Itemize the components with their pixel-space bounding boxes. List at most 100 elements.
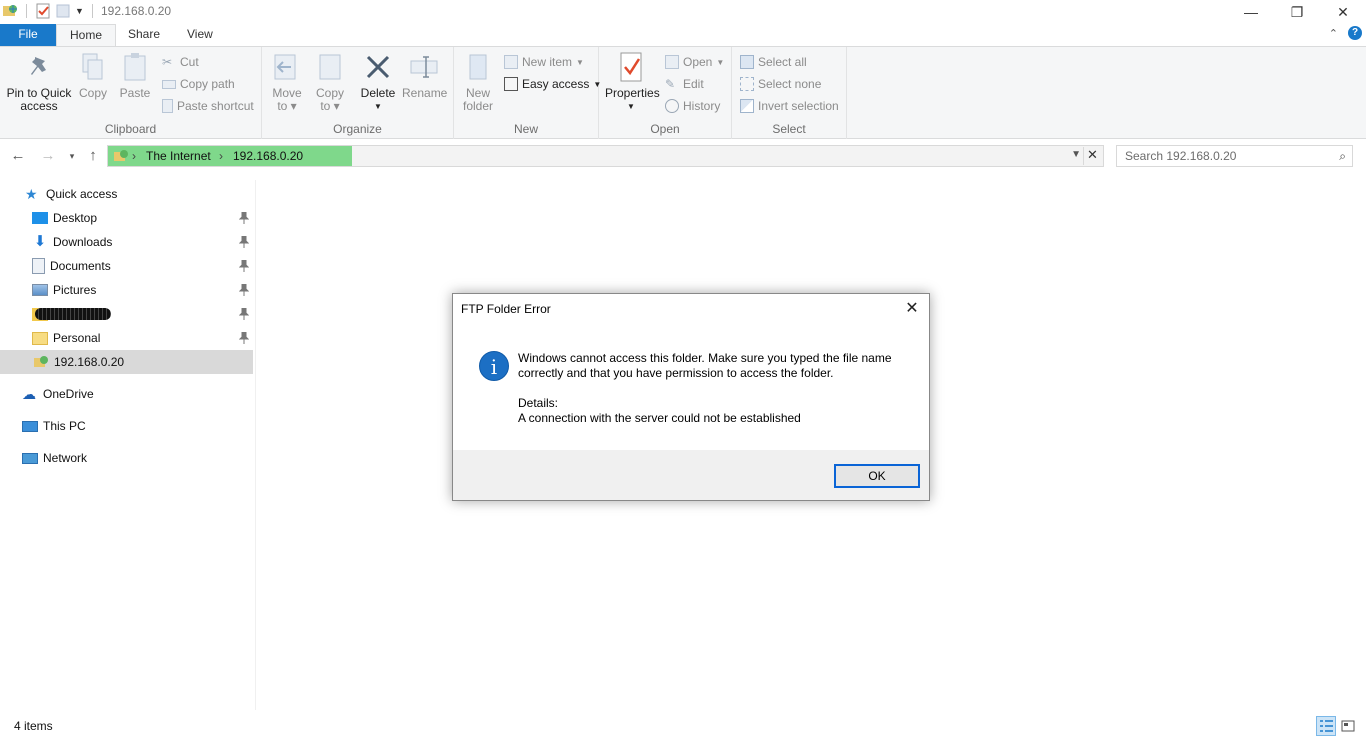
restore-button[interactable]: ❐ bbox=[1274, 0, 1320, 24]
copy-button[interactable]: Copy bbox=[77, 51, 109, 100]
history-button[interactable]: History bbox=[665, 96, 720, 116]
status-bar: 4 items bbox=[0, 714, 1366, 738]
invert-selection-button[interactable]: Invert selection bbox=[740, 96, 839, 116]
tab-file[interactable]: File bbox=[0, 24, 56, 46]
copy-path-button[interactable]: Copy path bbox=[162, 74, 235, 94]
paste-button[interactable]: Paste bbox=[118, 51, 152, 100]
search-box[interactable]: Search 192.168.0.20 ⌕ bbox=[1116, 145, 1353, 167]
paste-shortcut-label: Paste shortcut bbox=[177, 99, 254, 113]
open-dropdown-icon: ▼ bbox=[716, 57, 725, 67]
properties-button[interactable]: Properties ▼ bbox=[605, 51, 660, 113]
minimize-button[interactable]: — bbox=[1228, 0, 1274, 24]
nav-item-ftp-location[interactable]: 192.168.0.20 bbox=[0, 350, 253, 374]
breadcrumb-the-internet[interactable]: The Internet bbox=[146, 149, 211, 163]
network-icon bbox=[22, 452, 38, 464]
edit-button[interactable]: ✎ Edit bbox=[665, 74, 704, 94]
search-icon[interactable]: ⌕ bbox=[1339, 149, 1346, 164]
nav-item-downloads[interactable]: ⬇ Downloads bbox=[0, 230, 253, 254]
nav-item-label: Downloads bbox=[53, 235, 113, 249]
new-group: New folder New item ▼ Easy access ▼ New bbox=[454, 47, 601, 139]
nav-item-redacted-folder[interactable] bbox=[0, 302, 253, 326]
nav-item-desktop[interactable]: Desktop bbox=[0, 206, 253, 230]
network-folder-icon[interactable] bbox=[2, 3, 18, 19]
nav-quick-access[interactable]: ★ Quick access bbox=[0, 182, 253, 206]
pin-icon[interactable] bbox=[239, 332, 249, 344]
new-folder-label-line2: folder bbox=[462, 99, 494, 113]
pin-icon[interactable] bbox=[239, 212, 249, 224]
select-none-icon bbox=[740, 77, 754, 91]
cut-button[interactable]: ✂ Cut bbox=[162, 52, 199, 72]
pin-icon[interactable] bbox=[239, 260, 249, 272]
properties-icon[interactable] bbox=[35, 3, 51, 19]
pictures-icon bbox=[32, 284, 48, 296]
invert-selection-icon bbox=[740, 99, 754, 113]
move-to-button[interactable]: Move to ▾ bbox=[270, 51, 304, 113]
paste-icon bbox=[124, 53, 146, 81]
address-bar[interactable]: › The Internet › 192.168.0.20 ▼ ✕ bbox=[107, 145, 1104, 167]
collapse-ribbon-chevron-icon[interactable]: ⌃ bbox=[1329, 27, 1338, 40]
new-item-button[interactable]: New item ▼ bbox=[504, 52, 584, 72]
ok-button[interactable]: OK bbox=[834, 464, 920, 488]
nav-item-personal[interactable]: Personal bbox=[0, 326, 253, 350]
select-all-button[interactable]: Select all bbox=[740, 52, 807, 72]
forward-arrow-icon[interactable]: → bbox=[38, 146, 58, 166]
nav-network-label: Network bbox=[43, 451, 88, 465]
clear-address-close-icon[interactable]: ✕ bbox=[1083, 147, 1101, 165]
dialog-close-icon[interactable]: ✕ bbox=[901, 298, 923, 320]
select-all-icon bbox=[740, 55, 754, 69]
tab-view[interactable]: View bbox=[174, 24, 226, 46]
breadcrumb-separator: › bbox=[219, 149, 223, 163]
nav-quick-access-label: Quick access bbox=[46, 187, 118, 201]
large-icons-view-icon[interactable] bbox=[1338, 716, 1358, 736]
dialog-message: Windows cannot access this folder. Make … bbox=[518, 351, 892, 380]
help-icon[interactable]: ? bbox=[1348, 26, 1362, 40]
properties-dropdown-icon: ▼ bbox=[627, 102, 635, 111]
cut-label: Cut bbox=[180, 55, 199, 69]
pin-icon bbox=[31, 57, 46, 75]
network-location-icon bbox=[33, 354, 49, 370]
breadcrumb-current[interactable]: 192.168.0.20 bbox=[233, 149, 303, 163]
back-arrow-icon[interactable]: ← bbox=[8, 146, 28, 166]
rename-button[interactable]: Rename bbox=[402, 51, 447, 100]
address-dropdown-chevron-icon[interactable]: ▼ bbox=[1071, 149, 1081, 160]
network-location-icon bbox=[113, 148, 129, 167]
copy-to-button[interactable]: Copy to ▾ bbox=[314, 51, 346, 113]
new-item-icon bbox=[504, 55, 518, 69]
ribbon-tabs: File Home Share View ⌃ ? bbox=[0, 24, 1366, 47]
copy-path-label: Copy path bbox=[180, 77, 235, 91]
nav-item-pictures[interactable]: Pictures bbox=[0, 278, 253, 302]
recent-locations-chevron-icon[interactable]: ▾ bbox=[62, 146, 82, 166]
details-view-icon[interactable] bbox=[1316, 716, 1336, 736]
properties-check-icon bbox=[620, 52, 642, 82]
new-folder-button[interactable]: New folder bbox=[462, 51, 494, 113]
copy-label: Copy bbox=[78, 86, 107, 100]
pin-to-quick-access-button[interactable]: Pin to Quick access bbox=[4, 51, 74, 113]
new-folder-icon bbox=[469, 54, 487, 80]
nav-network[interactable]: Network bbox=[0, 446, 253, 470]
info-icon: i bbox=[479, 351, 509, 381]
paste-shortcut-button[interactable]: Paste shortcut bbox=[162, 96, 254, 116]
details-text: A connection with the server could not b… bbox=[518, 411, 801, 425]
tab-share[interactable]: Share bbox=[115, 24, 173, 46]
pin-icon[interactable] bbox=[239, 236, 249, 248]
select-none-button[interactable]: Select none bbox=[740, 74, 821, 94]
new-folder-icon[interactable] bbox=[55, 3, 71, 19]
nav-item-documents[interactable]: Documents bbox=[0, 254, 253, 278]
new-item-dropdown-icon: ▼ bbox=[576, 57, 584, 67]
window-title: 192.168.0.20 bbox=[101, 4, 172, 18]
delete-button[interactable]: Delete ▼ bbox=[360, 51, 396, 113]
up-arrow-icon[interactable]: ↑ bbox=[83, 146, 103, 166]
close-button[interactable]: ✕ bbox=[1320, 0, 1366, 24]
nav-onedrive[interactable]: ☁ OneDrive bbox=[0, 382, 253, 406]
tab-home[interactable]: Home bbox=[56, 24, 117, 47]
customize-toolbar-chevron-icon[interactable]: ▼ bbox=[75, 6, 84, 16]
pin-icon[interactable] bbox=[239, 308, 249, 320]
search-input-placeholder: Search 192.168.0.20 bbox=[1125, 149, 1237, 163]
pin-icon[interactable] bbox=[239, 284, 249, 296]
easy-access-button[interactable]: Easy access ▼ bbox=[504, 74, 601, 94]
nav-this-pc[interactable]: This PC bbox=[0, 414, 253, 438]
open-button[interactable]: Open ▼ bbox=[665, 52, 724, 72]
view-switcher bbox=[1316, 716, 1358, 736]
copy-to-icon bbox=[319, 54, 341, 80]
history-clock-icon bbox=[665, 99, 679, 113]
